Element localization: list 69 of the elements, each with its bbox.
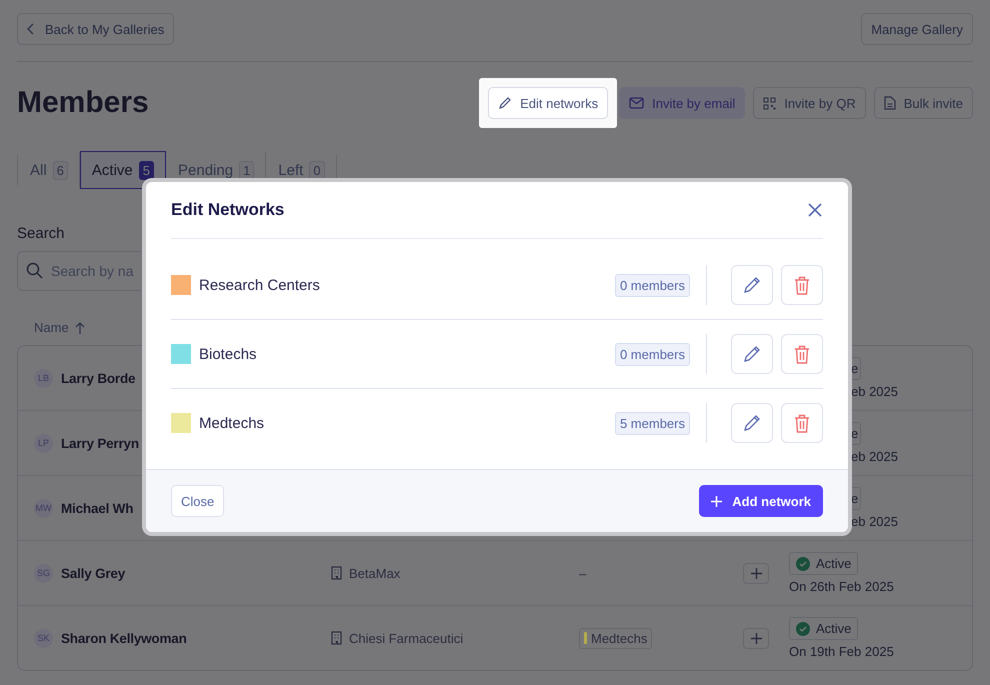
network-name: Medtechs xyxy=(199,414,266,432)
member-count-badge: 0 members xyxy=(614,274,690,296)
count-badge: 6 xyxy=(52,160,68,180)
search-field[interactable]: Search by na xyxy=(17,251,141,291)
plus-icon xyxy=(711,496,722,506)
dialog-title: Edit Networks xyxy=(171,200,284,220)
qr-code-icon xyxy=(763,96,776,110)
add-network-button[interactable] xyxy=(743,628,769,648)
building-icon xyxy=(331,566,342,580)
back-button[interactable]: Back to My Galleries xyxy=(17,13,174,45)
count-badge: 1 xyxy=(239,160,254,180)
member-name: Larry Borde xyxy=(61,370,136,386)
page-title: Members xyxy=(17,86,149,120)
empty-networks: – xyxy=(579,566,586,580)
add-network-button[interactable]: Add network xyxy=(699,485,823,517)
pencil-icon xyxy=(742,413,762,433)
status-date: eb 2025 xyxy=(851,514,898,529)
count-badge: 5 xyxy=(138,160,154,180)
manage-gallery-button[interactable]: Manage Gallery xyxy=(861,13,973,45)
name-column-header[interactable]: Name xyxy=(34,320,85,335)
company-name: Chiesi Farmaceutici xyxy=(349,630,464,646)
status-badge: Active xyxy=(789,617,858,640)
trash-icon xyxy=(794,344,810,364)
search-icon xyxy=(26,262,43,279)
member-count-badge: 5 members xyxy=(614,412,690,434)
plus-icon xyxy=(750,632,762,644)
trash-icon xyxy=(794,414,810,432)
delete-button[interactable] xyxy=(781,265,823,305)
close-button[interactable]: Close xyxy=(171,485,224,517)
delete-button[interactable] xyxy=(781,334,823,374)
edit-action-button[interactable]: Edit networks xyxy=(488,87,608,119)
building-icon xyxy=(331,631,342,645)
qr-action-button[interactable]: Invite by QR xyxy=(753,87,866,119)
edit-button[interactable] xyxy=(731,334,773,374)
member-name: Sharon Kellywoman xyxy=(61,630,187,646)
edit-button[interactable] xyxy=(731,265,773,305)
pencil-icon xyxy=(498,96,512,110)
network-tag: Medtechs xyxy=(579,628,652,648)
status-date: On 26th Feb 2025 xyxy=(789,579,894,594)
status-badge: Active xyxy=(789,552,858,575)
pencil-icon xyxy=(742,344,762,364)
envelope-icon xyxy=(629,97,644,109)
check-circle-icon xyxy=(796,622,810,636)
check-circle-icon xyxy=(796,556,810,570)
company-name: BetaMax xyxy=(349,566,400,580)
close-icon[interactable] xyxy=(807,202,823,218)
chevron-left-icon xyxy=(27,23,35,35)
plus-icon xyxy=(750,568,762,578)
member-count-badge: 0 members xyxy=(614,342,690,366)
edit-button[interactable] xyxy=(731,403,773,443)
filter-tab[interactable]: All 6 xyxy=(18,151,80,189)
count-badge: 0 xyxy=(309,160,325,180)
trash-icon xyxy=(794,276,810,294)
filter-tab[interactable]: Active 5 xyxy=(80,151,166,189)
document-icon xyxy=(884,96,896,110)
search-label: Search xyxy=(17,225,66,242)
status-date: eb 2025 xyxy=(851,384,898,399)
status-date: eb 2025 xyxy=(851,449,898,464)
file-action-button[interactable]: Bulk invite xyxy=(874,87,973,119)
member-name: Larry Perryn xyxy=(61,436,139,450)
network-name: Biotechs xyxy=(199,346,258,362)
status-date: On 19th Feb 2025 xyxy=(789,644,894,659)
delete-button[interactable] xyxy=(781,403,823,443)
add-network-button[interactable] xyxy=(743,562,769,584)
email-action-button[interactable]: Invite by email xyxy=(619,87,746,119)
member-name: Michael Wh xyxy=(61,500,134,516)
member-name: Sally Grey xyxy=(61,566,126,580)
pencil-icon xyxy=(742,275,762,295)
network-name: Research Centers xyxy=(199,276,321,294)
